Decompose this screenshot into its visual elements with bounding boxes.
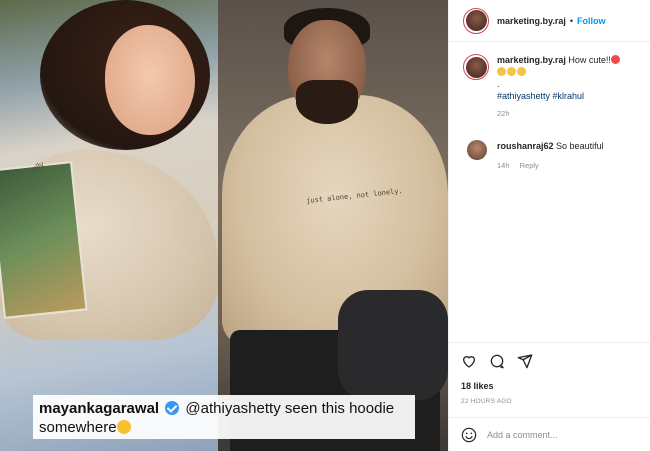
header-separator: • [569, 15, 574, 26]
photo-left-book [0, 161, 88, 319]
caption: marketing.by.raj How cute!! . #athiyashe… [463, 54, 647, 120]
caption-username[interactable]: marketing.by.raj [497, 55, 566, 65]
author-username[interactable]: marketing.by.raj [497, 16, 566, 26]
smile-emoji-icon [517, 67, 526, 76]
smile-emoji-icon [497, 67, 506, 76]
comment-icon[interactable] [489, 353, 505, 369]
post-header: marketing.by.raj • Follow [449, 0, 650, 42]
post-sidebar: marketing.by.raj • Follow marketing.by.r… [448, 0, 650, 451]
share-icon[interactable] [517, 353, 533, 369]
overlay-line-1: mayankagarawal @athiyashetty seen this h… [39, 399, 409, 418]
overlay-line-2: somewhere [39, 418, 409, 437]
photo-right-bag [338, 290, 448, 400]
post-image[interactable]: elly just alone, not lonely. mayankagara… [0, 0, 448, 451]
heart-eyes-emoji-icon [610, 55, 620, 64]
action-icons [461, 353, 637, 369]
caption-body: marketing.by.raj How cute!! . #athiyashe… [497, 54, 621, 120]
caption-dot: . [497, 79, 500, 89]
comment-item: roushanraj62 So beautiful 14h Reply [463, 140, 647, 172]
overlay-mention: @athiyashetty [185, 400, 281, 417]
likes-count[interactable]: 18 likes [461, 381, 637, 391]
instagram-post: elly just alone, not lonely. mayankagara… [0, 0, 650, 451]
overlay-text-2: somewhere [39, 419, 117, 436]
caption-hashtags[interactable]: #athiyashetty #klrahul [497, 90, 621, 102]
comment-body: roushanraj62 So beautiful 14h Reply [497, 140, 604, 172]
author-avatar[interactable] [463, 7, 489, 34]
add-comment-bar [449, 417, 650, 451]
comment-input[interactable] [487, 429, 637, 440]
verified-badge-icon [165, 401, 180, 415]
reply-button[interactable]: Reply [520, 161, 539, 170]
overlay-text-1: seen this hoodie [284, 400, 395, 417]
emoji-picker-icon[interactable] [461, 427, 477, 443]
commenter-avatar[interactable] [467, 140, 487, 160]
photo-right-beard [296, 80, 358, 124]
smile-emoji-icon [507, 67, 516, 76]
caption-text: How cute!! [568, 55, 611, 65]
comment-text: So beautiful [556, 141, 604, 151]
post-timestamp[interactable]: 22 HOURS AGO [461, 398, 637, 405]
comment-meta: 14h Reply [497, 160, 604, 172]
follow-button[interactable]: Follow [577, 16, 606, 26]
image-comment-overlay: mayankagarawal @athiyashetty seen this h… [33, 395, 415, 439]
caption-emojis [497, 66, 621, 78]
photo-left-face [105, 25, 195, 135]
comment-username[interactable]: roushanraj62 [497, 141, 554, 151]
thinking-emoji-icon [116, 420, 131, 434]
action-bar: 18 likes 22 HOURS AGO [449, 342, 650, 414]
comment-time[interactable]: 14h [497, 161, 510, 170]
overlay-username: mayankagarawal [39, 400, 160, 417]
heart-icon[interactable] [461, 353, 477, 369]
caption-avatar[interactable] [463, 54, 489, 80]
caption-time[interactable]: 22h [497, 108, 621, 120]
